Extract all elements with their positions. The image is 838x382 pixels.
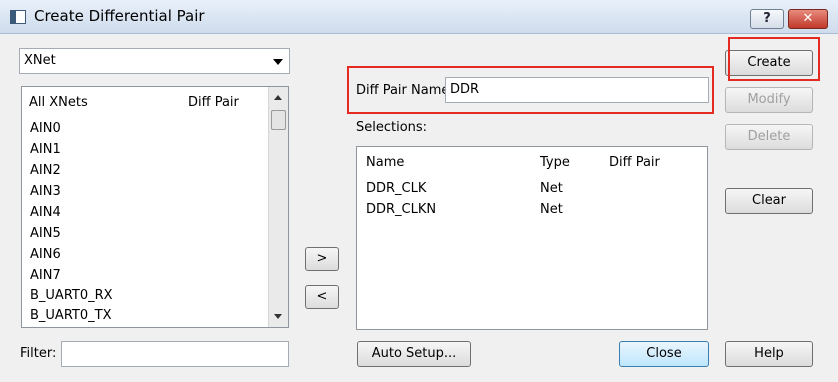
title-help-button[interactable]: ? xyxy=(750,9,784,29)
list-scrollbar[interactable] xyxy=(268,87,288,327)
net-type-value: XNet xyxy=(24,53,56,68)
all-xnets-list[interactable]: All XNets Diff Pair AIN0 AIN1 AIN2 AIN3 … xyxy=(21,86,289,328)
column-header-diff-pair[interactable]: Diff Pair xyxy=(188,95,239,110)
column-header-type[interactable]: Type xyxy=(540,155,570,170)
list-item[interactable]: AIN5 xyxy=(30,226,61,241)
add-to-selection-button[interactable]: > xyxy=(305,247,339,271)
remove-from-selection-button[interactable]: < xyxy=(305,285,339,309)
diff-pair-name-value: DDR xyxy=(450,82,480,97)
list-item[interactable]: B_UART0_TX xyxy=(30,308,111,323)
filter-label: Filter: xyxy=(20,346,57,361)
window-icon xyxy=(10,10,26,24)
selection-type: Net xyxy=(540,202,563,217)
selection-name[interactable]: DDR_CLKN xyxy=(366,202,436,217)
window-title: Create Differential Pair xyxy=(34,7,205,25)
column-header-diff-pair[interactable]: Diff Pair xyxy=(609,155,660,170)
list-item[interactable]: B_UART0_RX xyxy=(30,288,113,303)
column-header-name[interactable]: Name xyxy=(366,155,404,170)
diff-pair-name-input[interactable]: DDR xyxy=(445,77,709,103)
filter-input[interactable] xyxy=(61,341,289,367)
auto-setup-button[interactable]: Auto Setup... xyxy=(357,341,471,367)
help-button[interactable]: Help xyxy=(725,341,813,367)
scroll-up-icon[interactable] xyxy=(274,95,282,100)
scrollbar-thumb[interactable] xyxy=(271,110,286,130)
selections-label: Selections: xyxy=(356,120,428,135)
selections-list[interactable]: Name Type Diff Pair DDR_CLK Net DDR_CLKN… xyxy=(356,146,708,330)
modify-button[interactable]: Modify xyxy=(725,87,813,113)
net-type-dropdown[interactable]: XNet xyxy=(19,48,290,74)
list-item[interactable]: AIN4 xyxy=(30,205,61,220)
list-item[interactable]: AIN3 xyxy=(30,184,61,199)
chevron-down-icon xyxy=(273,59,283,65)
list-item[interactable]: AIN1 xyxy=(30,142,61,157)
delete-button[interactable]: Delete xyxy=(725,124,813,150)
clear-button[interactable]: Clear xyxy=(725,188,813,214)
title-close-button[interactable]: ✕ xyxy=(788,9,828,29)
close-button[interactable]: Close xyxy=(619,341,709,367)
list-item[interactable]: AIN0 xyxy=(30,121,61,136)
list-item[interactable]: AIN7 xyxy=(30,268,61,283)
title-bar: Create Differential Pair ? ✕ xyxy=(0,0,838,34)
scroll-down-icon[interactable] xyxy=(274,314,282,319)
selection-type: Net xyxy=(540,181,563,196)
create-button[interactable]: Create xyxy=(725,50,813,76)
list-item[interactable]: AIN6 xyxy=(30,247,61,262)
column-header-all-xnets[interactable]: All XNets xyxy=(29,95,88,110)
selection-name[interactable]: DDR_CLK xyxy=(366,181,426,196)
diff-pair-name-label: Diff Pair Name: xyxy=(356,83,454,98)
list-item[interactable]: AIN2 xyxy=(30,163,61,178)
